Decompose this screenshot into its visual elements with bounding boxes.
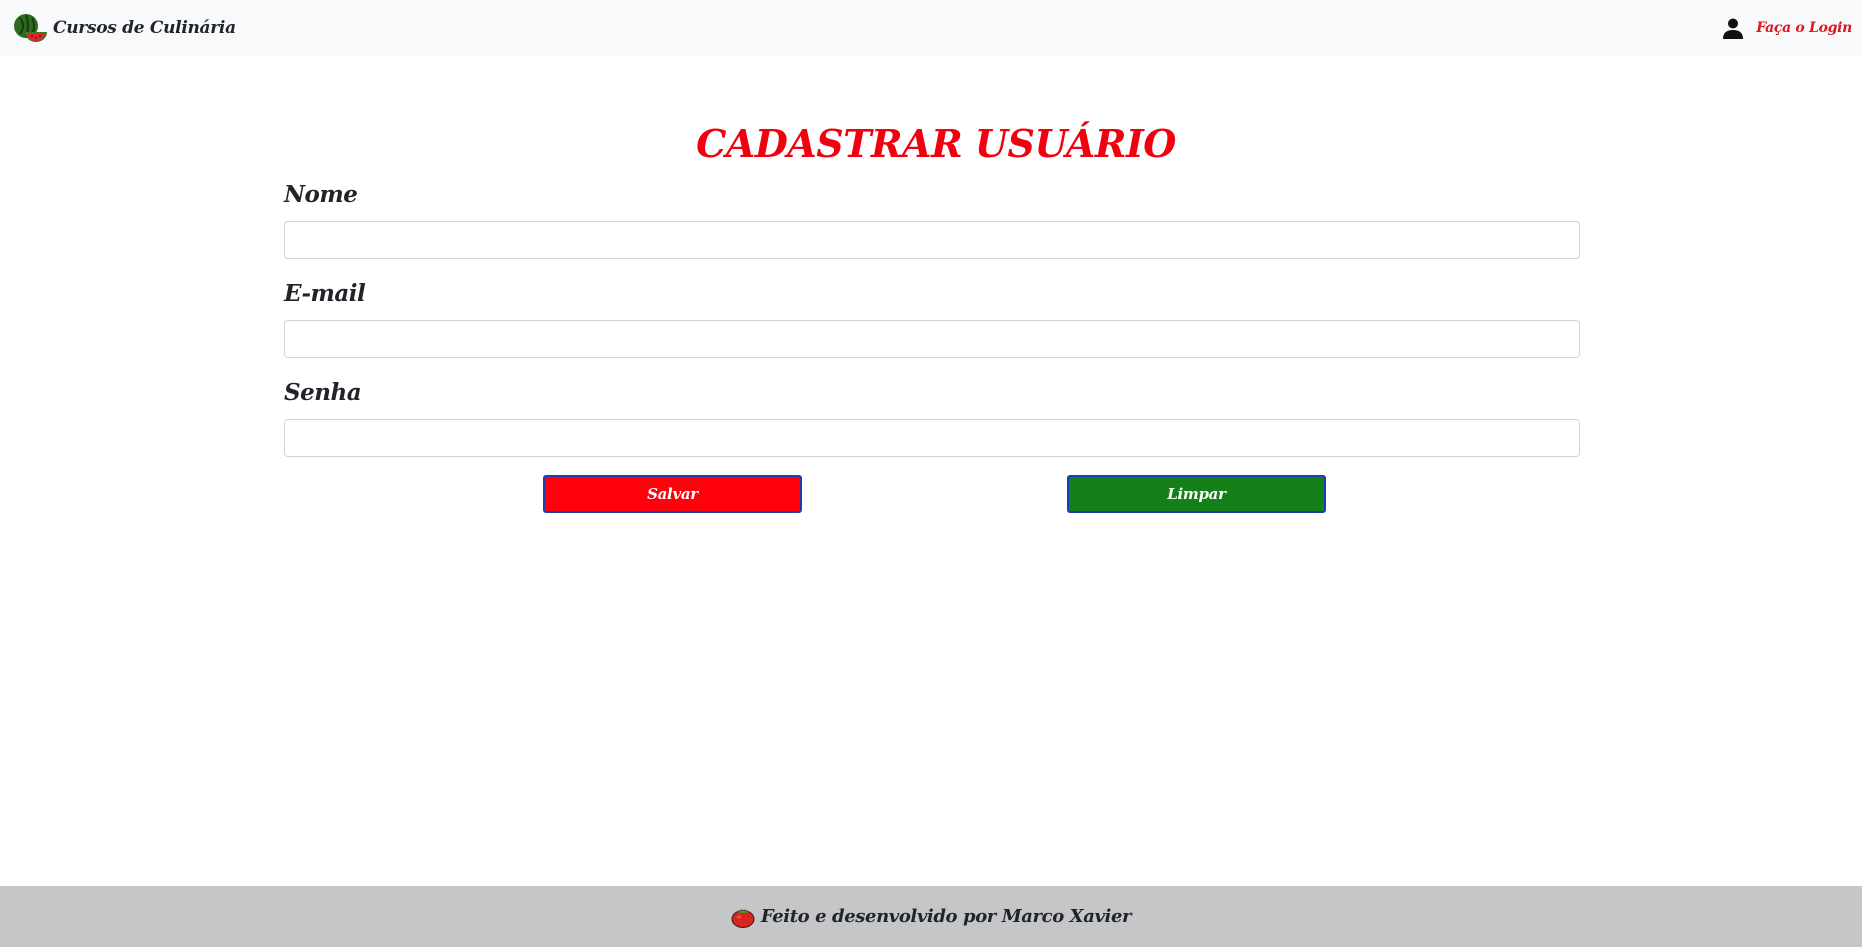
footer-credit: Feito e desenvolvido por Marco Xavier [760, 906, 1132, 927]
navbar: Cursos de Culinária Faça o Login [0, 0, 1862, 56]
name-input[interactable] [284, 221, 1580, 259]
password-label: Senha [284, 379, 362, 406]
clear-button[interactable]: Limpar [1067, 475, 1326, 513]
footer: Feito e desenvolvido por Marco Xavier [0, 886, 1862, 947]
watermelon-icon [12, 12, 48, 44]
save-button[interactable]: Salvar [543, 475, 802, 513]
page-title: CADASTRAR USUÁRIO [696, 121, 1176, 166]
user-icon [1722, 17, 1744, 39]
brand-link[interactable]: Cursos de Culinária [12, 12, 236, 44]
login-link[interactable]: Faça o Login [1722, 17, 1852, 39]
email-label: E-mail [284, 280, 366, 307]
name-label: Nome [284, 181, 358, 208]
tomato-icon [731, 906, 755, 928]
password-input[interactable] [284, 419, 1580, 457]
email-input[interactable] [284, 320, 1580, 358]
login-label: Faça o Login [1756, 20, 1852, 36]
brand-name: Cursos de Culinária [53, 18, 236, 38]
